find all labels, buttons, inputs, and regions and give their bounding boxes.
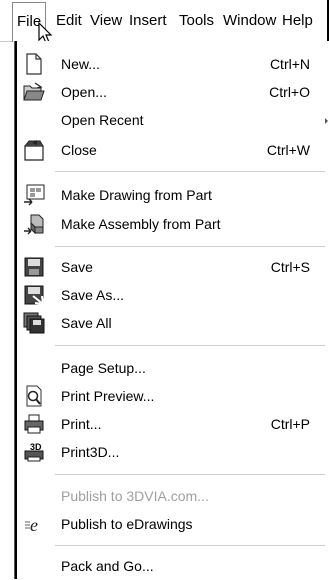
menu-tools[interactable]: Tools (175, 0, 218, 41)
menu-item-label: Print Preview... (61, 388, 155, 404)
menu-item-make-drawing[interactable]: Make Drawing from Part (15, 181, 329, 209)
menu-item-label: Make Assembly from Part (61, 216, 221, 232)
menu-item-publish-edrawings[interactable]: e Publish to eDrawings (15, 510, 329, 538)
menu-item-print3d[interactable]: 3D Print3D... (15, 438, 329, 466)
menu-separator (55, 474, 325, 475)
open-folder-icon (23, 82, 45, 101)
shortcut-text: Ctrl+W (266, 142, 310, 158)
menu-item-save[interactable]: Save Ctrl+S (15, 253, 329, 281)
menu-item-label: New... (61, 56, 100, 72)
menu-item-save-all[interactable]: Save All (15, 309, 329, 337)
menu-separator (55, 246, 325, 247)
menu-item-open[interactable]: Open... Ctrl+O (15, 78, 329, 106)
menu-item-label: Save As... (61, 287, 125, 303)
print-preview-icon (26, 385, 42, 407)
menu-window[interactable]: Window (219, 0, 280, 41)
edrawings-icon: e (25, 515, 38, 535)
close-document-icon (24, 140, 44, 161)
menu-item-label: Publish to 3DVIA.com... (61, 488, 209, 504)
menu-item-close[interactable]: Close Ctrl+W (15, 136, 329, 164)
printer-icon (24, 414, 44, 434)
menu-separator (55, 171, 325, 172)
menu-item-page-setup[interactable]: Page Setup... (15, 354, 329, 382)
menu-item-label: Pack and Go... (61, 558, 154, 574)
shortcut-text: Ctrl+N (269, 56, 310, 72)
menu-item-print-preview[interactable]: Print Preview... (15, 382, 329, 410)
make-assembly-icon (24, 214, 44, 235)
menu-item-label: Open Recent (61, 112, 144, 128)
menu-item-save-as[interactable]: Save As... (15, 281, 329, 309)
shortcut-text: Ctrl+O (269, 84, 310, 100)
menu-item-label: Make Drawing from Part (61, 187, 212, 203)
menu-item-label: Save (61, 259, 93, 275)
menu-item-label: Page Setup... (61, 360, 146, 376)
menu-item-print[interactable]: Print... Ctrl+P (15, 410, 329, 438)
menu-insert[interactable]: Insert (125, 0, 171, 41)
menu-item-open-recent[interactable]: Open Recent (15, 106, 329, 134)
save-as-icon (24, 285, 45, 306)
menu-item-new[interactable]: New... Ctrl+N (15, 50, 329, 78)
file-menu-dropdown: New... Ctrl+N Open... Ctrl+O Open Recent… (14, 41, 329, 579)
shortcut-text: Ctrl+P (270, 416, 310, 432)
menu-item-make-assembly[interactable]: Make Assembly from Part (15, 210, 329, 238)
make-drawing-icon (24, 184, 45, 206)
menu-item-label: Save All (61, 315, 112, 331)
print3d-badge: 3D (30, 442, 42, 452)
new-document-icon (26, 53, 42, 75)
menu-item-label: Publish to eDrawings (61, 516, 193, 532)
edrawings-glyph: e (30, 515, 38, 535)
menu-item-label: Print... (61, 416, 102, 432)
floppy-disk-icon (24, 257, 44, 277)
menu-separator (55, 345, 325, 346)
menu-item-label: Close (61, 142, 97, 158)
menu-item-label: Print3D... (61, 444, 120, 460)
shortcut-text: Ctrl+S (270, 259, 310, 275)
print3d-icon: 3D (24, 442, 44, 462)
menu-item-publish-3dvia: Publish to 3DVIA.com... (15, 482, 329, 510)
menu-view[interactable]: View (86, 0, 126, 41)
menu-help[interactable]: Help (278, 0, 317, 41)
save-all-icon (23, 312, 45, 334)
submenu-arrow-icon (325, 118, 328, 124)
menu-item-pack-and-go[interactable]: Pack and Go... (15, 552, 329, 580)
menu-item-label: Open... (61, 84, 107, 100)
menu-edit[interactable]: Edit (52, 0, 86, 41)
menu-separator (55, 545, 325, 546)
